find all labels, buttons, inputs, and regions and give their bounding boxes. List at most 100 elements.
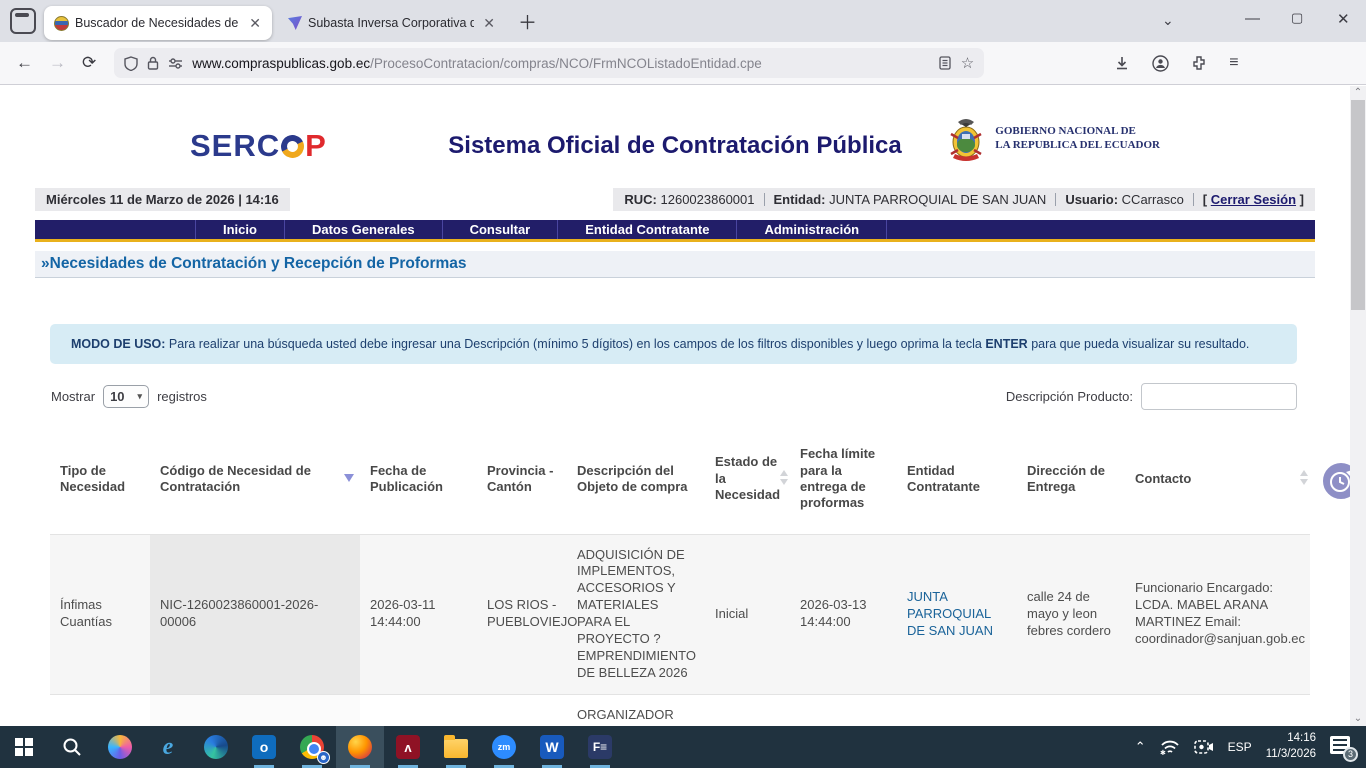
- tray-time: 14:16: [1287, 732, 1316, 745]
- lock-icon[interactable]: [147, 56, 159, 70]
- col-codigo-label: Código de Necesidad de Contratación: [160, 462, 311, 494]
- descripcion-producto-input[interactable]: [1141, 383, 1297, 410]
- menu-hamburger-icon[interactable]: ≡: [1229, 54, 1238, 72]
- firefox-icon: [348, 735, 372, 759]
- tab-subasta[interactable]: Subasta Inversa Corporativa de ✕: [278, 6, 506, 40]
- cell-provincia: [477, 693, 567, 726]
- wifi-icon[interactable]: ✱: [1160, 739, 1180, 755]
- usage-tail: para que pueda visualizar su resultado.: [1027, 337, 1250, 351]
- col-estado-label: Estado de la Necesidad: [715, 454, 781, 502]
- list-tabs-chevron-icon[interactable]: ⌄: [1162, 12, 1174, 29]
- nav-item-entidad-contratante[interactable]: Entidad Contratante: [557, 220, 736, 239]
- tray-clock[interactable]: 14:16 11/3/2026: [1266, 731, 1316, 762]
- cell-tipo: Ínfimas Cuantías: [50, 533, 150, 695]
- sort-desc-icon[interactable]: [344, 473, 354, 482]
- word-button[interactable]: W: [528, 726, 576, 768]
- svg-text:✱: ✱: [1160, 749, 1166, 755]
- table-row: Ínfimas Cuantías NIC-1260023860001-2026-…: [50, 533, 1310, 695]
- outlook-icon: o: [252, 735, 276, 759]
- tab-close-icon[interactable]: ✕: [246, 15, 264, 32]
- extensions-icon[interactable]: [1191, 55, 1207, 71]
- col-provincia-canton[interactable]: Provincia - Cantón: [477, 424, 567, 534]
- page-size-select[interactable]: 10 ▾: [103, 385, 150, 408]
- url-bar[interactable]: www.compraspublicas.gob.ec /ProcesoContr…: [114, 48, 985, 78]
- nav-item-inicio[interactable]: Inicio: [195, 220, 284, 239]
- logout-bracket: [: [1202, 192, 1208, 207]
- col-descripcion-objeto[interactable]: Descripción del Objeto de compra: [567, 424, 705, 534]
- nav-item-consultar[interactable]: Consultar: [441, 220, 558, 239]
- firefox-view-icon[interactable]: [10, 8, 36, 34]
- col-entidad-contratante[interactable]: Entidad Contratante: [897, 424, 1017, 534]
- chrome-button[interactable]: ☻: [288, 726, 336, 768]
- tab-buscador[interactable]: Buscador de Necesidades de Co ✕: [44, 6, 272, 40]
- forward-button[interactable]: →: [49, 53, 66, 73]
- acrobat-button[interactable]: ʌ: [384, 726, 432, 768]
- window-maximize-button[interactable]: ▢: [1291, 10, 1303, 26]
- internet-explorer-button[interactable]: e: [144, 726, 192, 768]
- cell-direccion: [1017, 693, 1125, 726]
- zoom-icon: zm: [492, 735, 516, 759]
- tab-favicon-subasta: [288, 16, 302, 30]
- scroll-up-icon[interactable]: ⌃: [1350, 86, 1366, 100]
- meet-now-icon[interactable]: [1193, 739, 1214, 755]
- edge-button[interactable]: [192, 726, 240, 768]
- col-estado[interactable]: Estado de la Necesidad: [705, 424, 790, 534]
- ruc-value: 1260023860001: [660, 192, 755, 207]
- usage-label: MODO DE USO:: [71, 337, 166, 351]
- bookmark-star-icon[interactable]: ☆: [961, 54, 974, 72]
- cell-codigo: NIC-1260023860001-2026-00006: [150, 533, 360, 695]
- account-icon[interactable]: [1152, 54, 1169, 72]
- col-codigo[interactable]: Código de Necesidad de Contratación: [150, 424, 360, 534]
- new-tab-button[interactable]: ＋: [518, 8, 537, 35]
- nav-item-administracion[interactable]: Administración: [736, 220, 888, 239]
- cell-codigo: [150, 693, 360, 726]
- copilot-button[interactable]: [96, 726, 144, 768]
- scrollbar-thumb[interactable]: [1351, 100, 1365, 310]
- col-direccion-entrega[interactable]: Dirección de Entrega: [1017, 424, 1125, 534]
- outlook-button[interactable]: o: [240, 726, 288, 768]
- cell-provincia: LOS RIOS - PUEBLOVIEJO: [477, 533, 577, 695]
- col-fecha-publicacion[interactable]: Fecha de Publicación: [360, 424, 477, 534]
- cell-estado: [705, 693, 790, 726]
- zoom-button[interactable]: zm: [480, 726, 528, 768]
- sort-both-icon[interactable]: [780, 469, 788, 485]
- page-scrollbar[interactable]: ⌃ ⌄: [1350, 86, 1366, 726]
- window-close-button[interactable]: ✕: [1337, 10, 1350, 28]
- start-button[interactable]: [0, 726, 48, 768]
- tab-close-icon[interactable]: ✕: [480, 15, 498, 32]
- col-contacto[interactable]: Contacto: [1125, 424, 1310, 534]
- reader-mode-icon[interactable]: [939, 56, 951, 70]
- downloads-icon[interactable]: [1114, 55, 1130, 71]
- logout-link[interactable]: Cerrar Sesión: [1211, 192, 1296, 207]
- chevron-down-icon: ▾: [137, 391, 143, 401]
- copilot-icon: [108, 735, 132, 759]
- cell-descripcion: ADQUISICIÓN DE IMPLEMENTOS, ACCESORIOS Y…: [567, 533, 705, 695]
- tray-expand-icon[interactable]: ⌃: [1135, 739, 1146, 755]
- notification-badge: 3: [1343, 747, 1358, 762]
- entidad-link[interactable]: JUNTA PARROQUIAL DE SAN JUAN: [907, 589, 993, 638]
- windows-logo-icon: [15, 738, 33, 756]
- reload-button[interactable]: ⟳: [82, 53, 96, 73]
- back-button[interactable]: ←: [16, 53, 33, 73]
- file-explorer-button[interactable]: [432, 726, 480, 768]
- col-fecha-limite[interactable]: Fecha límite para la entrega de proforma…: [790, 424, 897, 534]
- cell-contacto: [1125, 693, 1310, 726]
- page-viewport: SERC P Sistema Oficial de Contratación Pú…: [0, 86, 1366, 726]
- col-tipo-necesidad[interactable]: Tipo de Necesidad: [50, 424, 150, 534]
- necesidades-table: Tipo de Necesidad Código de Necesidad de…: [50, 424, 1310, 726]
- f-app-button[interactable]: F≡: [576, 726, 624, 768]
- gov-text-line2: LA REPUBLICA DEL ECUADOR: [995, 139, 1160, 151]
- search-button[interactable]: [48, 726, 96, 768]
- notification-center-button[interactable]: 3: [1330, 736, 1358, 762]
- window-minimize-button[interactable]: —: [1245, 10, 1260, 27]
- language-indicator[interactable]: ESP: [1228, 740, 1252, 754]
- cell-direccion: calle 24 de mayo y leon febres cordero: [1017, 533, 1125, 695]
- breadcrumb: »Necesidades de Contratación y Recepción…: [35, 251, 1315, 278]
- permissions-icon[interactable]: [168, 57, 183, 69]
- shield-icon[interactable]: [124, 55, 138, 71]
- firefox-button[interactable]: [336, 726, 384, 768]
- sort-both-icon[interactable]: [1300, 469, 1308, 485]
- nav-item-datos-generales[interactable]: Datos Generales: [283, 220, 442, 239]
- mostrar-label: Mostrar: [51, 389, 96, 404]
- scroll-down-icon[interactable]: ⌄: [1350, 712, 1366, 726]
